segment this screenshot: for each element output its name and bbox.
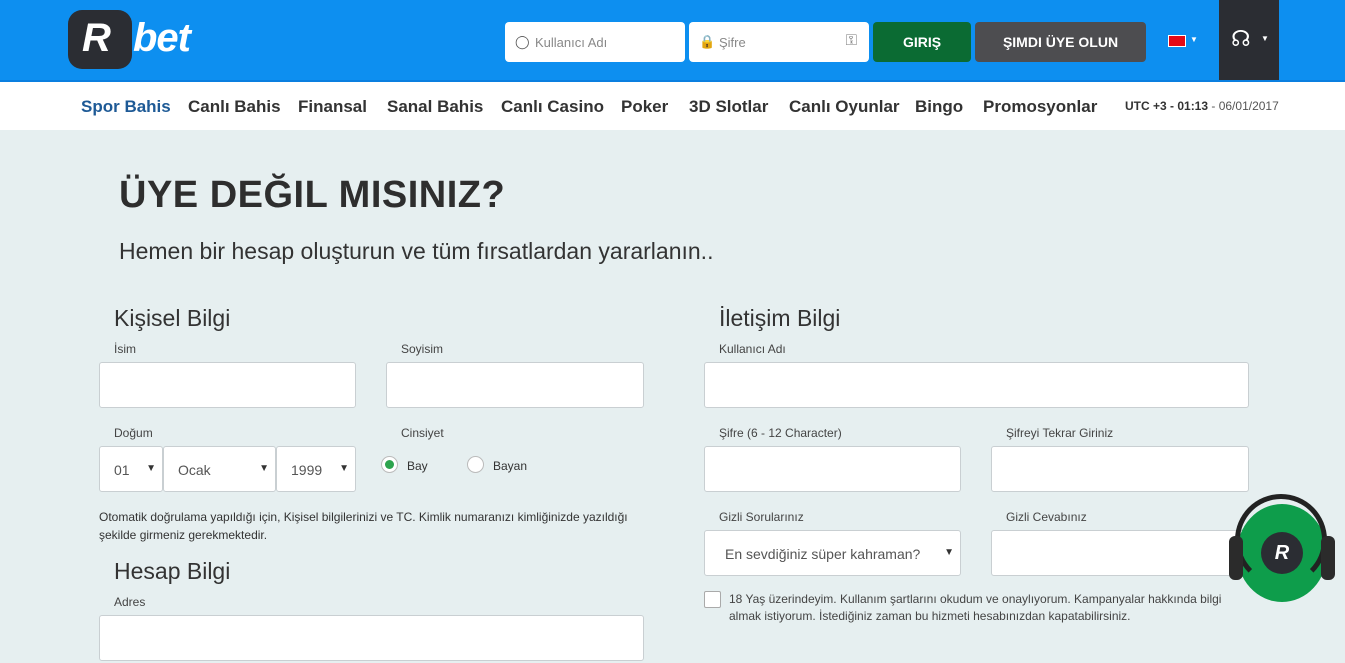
username-placeholder: Kullanıcı Adı xyxy=(535,35,608,50)
password-repeat-label: Şifreyi Tekrar Giriniz xyxy=(1006,426,1114,440)
first-name-label: İsim xyxy=(114,342,136,356)
secret-question-label: Gizli Sorularınız xyxy=(719,510,804,524)
personal-section-title: Kişisel Bilgi xyxy=(114,305,231,331)
chevron-down-icon: ▼ xyxy=(146,463,156,474)
username-input[interactable]: ◯ Kullanıcı Adı xyxy=(505,22,685,62)
gender-male-label[interactable]: Bay xyxy=(407,459,428,473)
logo-text[interactable]: bet xyxy=(133,16,191,61)
logo[interactable]: R xyxy=(68,10,132,69)
headset-ear-left xyxy=(1229,536,1243,580)
support-menu[interactable]: ☊ ▼ xyxy=(1219,0,1279,80)
nav-item-poker[interactable]: Poker xyxy=(621,97,668,117)
secret-question-value: En sevdiğiniz süper kahraman? xyxy=(725,546,921,562)
birth-year-value: 1999 xyxy=(291,462,323,478)
consent-text: 18 Yaş üzerindeyim. Kullanım şartlarını … xyxy=(729,592,1222,623)
birth-year-select[interactable]: 1999 ▼ xyxy=(276,446,356,492)
logo-letter: R xyxy=(82,16,111,60)
password-label: Şifre (6 - 12 Character) xyxy=(719,426,842,440)
nav-item-canli-bahis[interactable]: Canlı Bahis xyxy=(188,97,281,117)
page-title: ÜYE DEĞIL MISINIZ? xyxy=(119,174,506,216)
nav-item-finansal[interactable]: Finansal xyxy=(298,97,367,117)
first-name-field[interactable] xyxy=(99,362,356,408)
lock-icon: 🔒 xyxy=(699,34,716,49)
signup-button[interactable]: ŞIMDI ÜYE OLUN xyxy=(975,22,1146,62)
account-section-title: Hesap Bilgi xyxy=(114,558,231,584)
birth-month-select[interactable]: Ocak ▼ xyxy=(163,446,276,492)
nav-item-canli-casino[interactable]: Canlı Casino xyxy=(501,97,604,117)
nav-item-3d-slotlar[interactable]: 3D Slotlar xyxy=(689,97,768,117)
birth-month-value: Ocak xyxy=(178,462,211,478)
nav-item-spor-bahis[interactable]: Spor Bahis xyxy=(81,97,171,117)
consent-checkbox[interactable] xyxy=(704,591,721,608)
password-placeholder: Şifre xyxy=(719,35,746,50)
password-repeat-field[interactable] xyxy=(991,446,1249,492)
live-support-widget[interactable]: R xyxy=(1229,494,1335,604)
verification-note: Otomatik doğrulama yapıldığı için, Kişis… xyxy=(99,510,628,542)
last-name-label: Soyisim xyxy=(401,342,444,356)
chevron-down-icon: ▼ xyxy=(944,547,954,558)
chevron-down-icon: ▼ xyxy=(339,463,349,474)
username-label: Kullanıcı Adı xyxy=(719,342,786,356)
support-logo: R xyxy=(1261,532,1303,574)
nav-item-promosyonlar[interactable]: Promosyonlar xyxy=(983,97,1097,117)
address-field[interactable] xyxy=(99,615,644,661)
headset-ear-right xyxy=(1321,536,1335,580)
birth-day-select[interactable]: 01 ▼ xyxy=(99,446,163,492)
gender-female-label[interactable]: Bayan xyxy=(493,459,527,473)
birth-day-value: 01 xyxy=(114,462,130,478)
nav-item-canli-oyunlar[interactable]: Canlı Oyunlar xyxy=(789,97,900,117)
headset-icon: ☊ xyxy=(1231,26,1251,51)
top-bar: R bet ◯ Kullanıcı Adı 🔒 Şifre ⚿ GIRIŞ ŞI… xyxy=(0,0,1345,80)
main-nav: Spor Bahis Canlı Bahis Finansal Sanal Ba… xyxy=(0,80,1345,130)
nav-item-bingo[interactable]: Bingo xyxy=(915,97,963,117)
gender-male-radio[interactable] xyxy=(381,456,398,473)
secret-answer-label: Gizli Cevabınız xyxy=(1006,510,1087,524)
clock: UTC +3 - 01:13 - 06/01/2017 xyxy=(1125,99,1279,113)
last-name-field[interactable] xyxy=(386,362,644,408)
username-field[interactable] xyxy=(704,362,1249,408)
nav-item-sanal-bahis[interactable]: Sanal Bahis xyxy=(387,97,483,117)
key-icon[interactable]: ⚿ xyxy=(846,32,857,49)
gender-label: Cinsiyet xyxy=(401,426,444,440)
gender-female-radio[interactable] xyxy=(467,456,484,473)
clock-time: UTC +3 - 01:13 xyxy=(1125,99,1209,113)
flag-icon[interactable] xyxy=(1168,35,1186,47)
clock-date: - 06/01/2017 xyxy=(1208,99,1279,113)
chevron-down-icon: ▼ xyxy=(1261,34,1269,43)
secret-question-select[interactable]: En sevdiğiniz süper kahraman? ▼ xyxy=(704,530,961,576)
page-subtitle: Hemen bir hesap oluşturun ve tüm fırsatl… xyxy=(119,238,714,264)
password-field[interactable] xyxy=(704,446,961,492)
user-icon: ◯ xyxy=(515,34,530,49)
password-input[interactable]: 🔒 Şifre ⚿ xyxy=(689,22,869,62)
login-button[interactable]: GIRIŞ xyxy=(873,22,971,62)
chevron-down-icon: ▼ xyxy=(259,463,269,474)
chevron-down-icon[interactable]: ▼ xyxy=(1190,35,1198,44)
address-label: Adres xyxy=(114,595,146,609)
birth-label: Doğum xyxy=(114,426,153,440)
contact-section-title: İletişim Bilgi xyxy=(719,305,841,331)
secret-answer-field[interactable] xyxy=(991,530,1249,576)
